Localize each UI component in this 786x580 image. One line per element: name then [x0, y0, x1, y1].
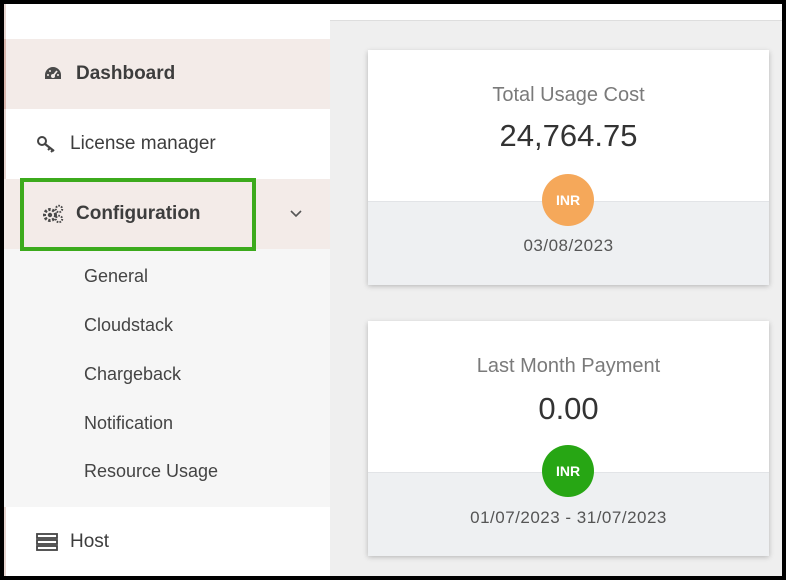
- sidebar-item-label: Dashboard: [76, 63, 176, 84]
- card-value: 0.00: [538, 391, 599, 426]
- card-title: Last Month Payment: [476, 355, 661, 377]
- app-frame: Dashboard License manager Configuration …: [4, 4, 782, 576]
- card-date: 03/08/2023: [523, 236, 614, 255]
- card-date: 01/07/2023 - 31/07/2023: [470, 508, 667, 527]
- sidebar-item-label: Host: [70, 531, 110, 552]
- sidebar-item-label: Configuration: [76, 203, 201, 224]
- sidebar-item-label: License manager: [70, 133, 216, 154]
- sidebar: Dashboard License manager Configuration …: [4, 4, 330, 576]
- currency-badge: INR: [542, 445, 594, 497]
- total-usage-cost-card: Total Usage Cost 24,764.75 INR 03/08/202…: [368, 50, 769, 285]
- card-value: 24,764.75: [499, 118, 638, 153]
- submenu-item-notification[interactable]: Notification: [84, 413, 173, 434]
- last-month-payment-card: Last Month Payment 0.00 INR 01/07/2023 -…: [368, 321, 769, 556]
- top-bar: [330, 4, 782, 21]
- card-title: Total Usage Cost: [492, 84, 645, 106]
- submenu-item-chargeback[interactable]: Chargeback: [84, 364, 181, 385]
- key-icon: [36, 133, 58, 155]
- chevron-down-icon[interactable]: [286, 203, 306, 223]
- configuration-submenu: General Cloudstack Chargeback Notificati…: [4, 249, 330, 507]
- submenu-item-general[interactable]: General: [84, 266, 148, 287]
- dashboard-gauge-icon: [42, 63, 64, 85]
- submenu-item-cloudstack[interactable]: Cloudstack: [84, 315, 173, 336]
- gears-icon: [42, 203, 64, 225]
- sidebar-item-license-manager[interactable]: License manager: [4, 109, 330, 179]
- currency-badge: INR: [542, 174, 594, 226]
- server-icon: [36, 531, 58, 553]
- sidebar-item-host[interactable]: Host: [4, 507, 330, 576]
- sidebar-item-configuration[interactable]: Configuration: [4, 179, 330, 249]
- sidebar-item-dashboard[interactable]: Dashboard: [4, 39, 330, 109]
- submenu-item-resource-usage[interactable]: Resource Usage: [84, 461, 218, 482]
